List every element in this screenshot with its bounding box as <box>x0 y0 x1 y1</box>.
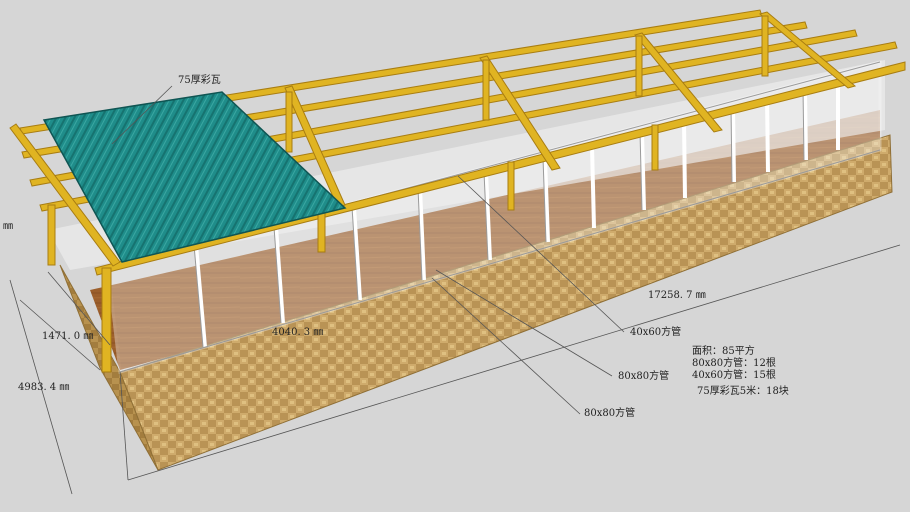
depth-dimension: 4983. 4 ㎜ <box>18 382 69 393</box>
wall-height-dimension: 1471. 0 ㎜ <box>42 331 93 342</box>
overall-length-dimension: 17258. 7 ㎜ <box>648 290 706 301</box>
segment-width-dimension: 4040. 3 ㎜ <box>272 327 323 338</box>
sunroom-model: 75厚彩瓦 17258. 7 ㎜ 4040. 3 ㎜ 1471. 0 ㎜ 498… <box>0 0 910 512</box>
tube-80x80-label-a: 80x80方管 <box>618 369 669 382</box>
roof-material-label: 75厚彩瓦 <box>178 74 221 86</box>
roof-count-note: 75厚彩瓦5米：18块 <box>697 384 789 397</box>
tube-80-count-note: 80x80方管：12根 <box>692 356 776 369</box>
tube-40-count-note: 40x60方管：15根 <box>692 368 776 381</box>
diagram-canvas: 75厚彩瓦 17258. 7 ㎜ 4040. 3 ㎜ 1471. 0 ㎜ 498… <box>0 0 910 512</box>
area-note: 面积：85平方 <box>692 344 755 357</box>
tube-40x60-label: 40x60方管 <box>630 325 681 338</box>
left-edge-dimension: ㎜ <box>3 221 13 232</box>
tube-80x80-label-b: 80x80方管 <box>584 406 635 419</box>
